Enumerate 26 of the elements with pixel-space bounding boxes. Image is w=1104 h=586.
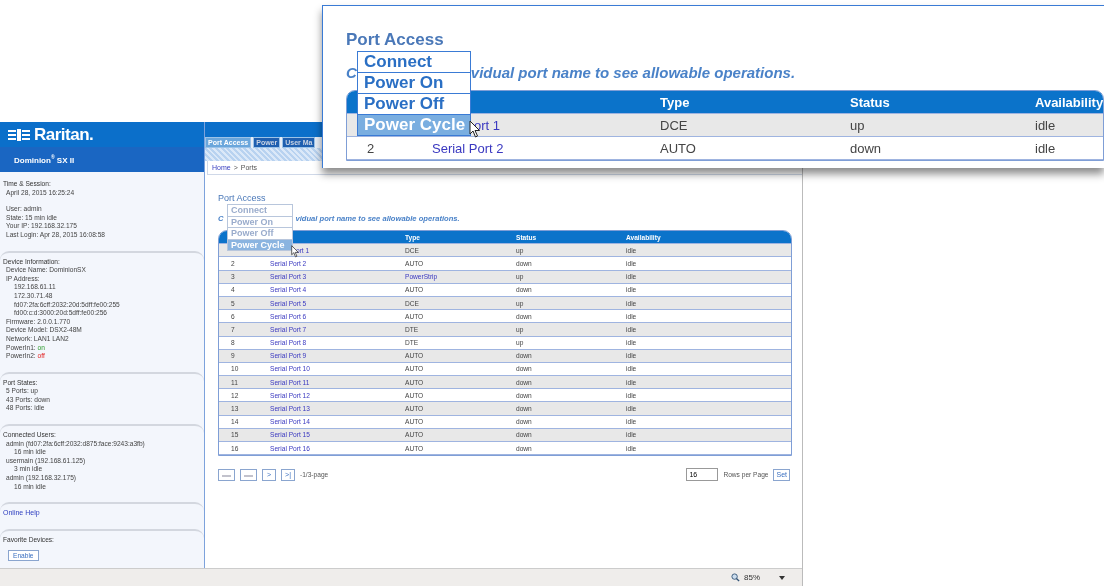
menu-item[interactable]: Power Off xyxy=(357,93,471,115)
zoom-icon[interactable] xyxy=(731,573,740,582)
dash-icon xyxy=(222,472,231,477)
menu-item[interactable]: Power On xyxy=(357,72,471,94)
menu-item[interactable]: Connect xyxy=(357,51,471,73)
product-name: Dominion$^{®}$ SX II xyxy=(0,147,204,172)
dash-icon xyxy=(244,472,253,477)
instruction-text: C xyxy=(346,64,357,81)
logo-icon xyxy=(8,128,30,141)
column-header[interactable]: Status xyxy=(850,94,890,110)
port-name-link[interactable]: Serial Port 2 xyxy=(432,140,504,156)
zoom-level: 85% xyxy=(744,573,760,582)
instruction-text: vidual port name to see allowable operations. xyxy=(470,64,796,81)
column-header[interactable]: Type xyxy=(660,94,690,110)
table-cell: idle xyxy=(1035,117,1056,133)
table-cell: down xyxy=(850,140,882,156)
table-cell: up xyxy=(850,117,865,133)
table-cell: idle xyxy=(1035,140,1056,156)
column-header[interactable]: Availability xyxy=(1035,94,1103,110)
logo-text: Raritan. xyxy=(34,124,94,145)
table-cell: DCE xyxy=(660,117,688,133)
caret-icon[interactable] xyxy=(778,573,786,582)
page-title: Port Access xyxy=(218,193,267,203)
table-cell: AUTO xyxy=(660,140,696,156)
table-cell: 2 xyxy=(367,140,375,156)
page-title: Port Access xyxy=(346,30,445,50)
